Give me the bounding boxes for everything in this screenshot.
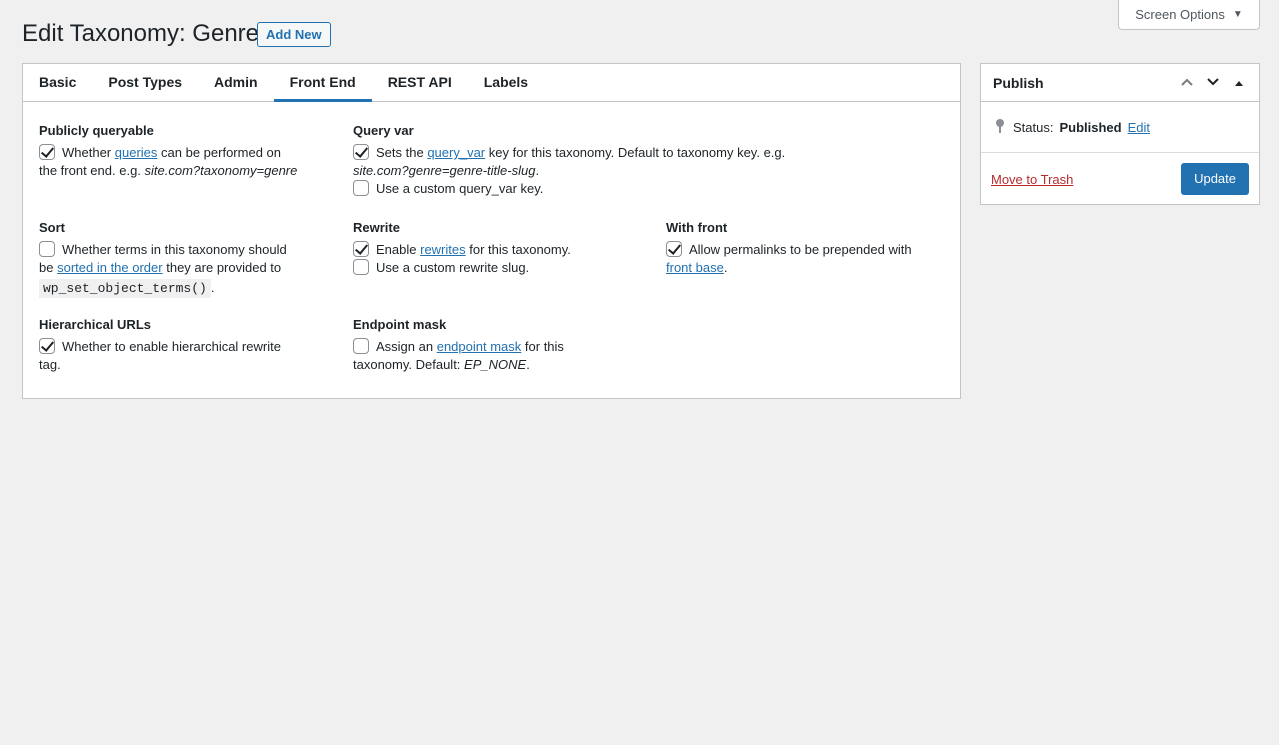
- query-var-link[interactable]: query_var: [427, 145, 485, 160]
- query-var-checkbox[interactable]: [353, 144, 369, 160]
- add-new-button[interactable]: Add New: [257, 22, 331, 47]
- endpoint-mask-checkbox[interactable]: [353, 338, 369, 354]
- tab-front-end[interactable]: Front End: [273, 64, 372, 102]
- endpoint-mask-text: Assign an: [376, 339, 434, 354]
- chevron-down-icon[interactable]: [1205, 76, 1221, 90]
- rewrites-link[interactable]: rewrites: [420, 242, 466, 257]
- publicly-queryable-text: Whether: [62, 145, 112, 160]
- field-query-var: Query var Sets the query_var key for thi…: [353, 122, 953, 198]
- sort-label: Sort: [39, 220, 65, 235]
- endpoint-mask-link[interactable]: endpoint mask: [437, 339, 522, 354]
- query-var-label: Query var: [353, 123, 414, 138]
- sort-text: Whether terms in this taxonomy should: [62, 242, 287, 257]
- status-label: Status:: [1013, 119, 1054, 135]
- publicly-queryable-example: site.com?taxonomy=genre: [144, 163, 298, 178]
- publicly-queryable-checkbox[interactable]: [39, 144, 55, 160]
- publish-title: Publish: [993, 74, 1044, 91]
- sort-code: wp_set_object_terms(): [39, 279, 211, 298]
- sort-text-after: they are provided to: [166, 260, 282, 275]
- publicly-queryable-text-after: can be performed on: [161, 145, 281, 160]
- front-base-link[interactable]: front base: [666, 260, 724, 275]
- sort-code-suffix: .: [210, 280, 215, 295]
- with-front-text: Allow permalinks to be prepended with: [689, 242, 912, 257]
- rewrite-checkbox[interactable]: [353, 241, 369, 257]
- field-with-front: With front Allow permalinks to be prepen…: [666, 219, 951, 277]
- move-to-trash-link[interactable]: Move to Trash: [991, 172, 1073, 187]
- caret-down-icon: ▼: [1232, 9, 1243, 20]
- rewrite-text-after: for this taxonomy.: [469, 242, 571, 257]
- pin-icon: [993, 118, 1007, 137]
- screen-options-button[interactable]: Screen Options ▼: [1118, 0, 1260, 30]
- field-sort: Sort Whether terms in this taxonomy shou…: [39, 219, 329, 298]
- tab-post-types[interactable]: Post Types: [92, 64, 198, 102]
- screen-options-label: Screen Options: [1135, 7, 1225, 22]
- with-front-label: With front: [666, 220, 728, 235]
- publicly-queryable-label: Publicly queryable: [39, 123, 154, 138]
- endpoint-mask-suffix: .: [526, 357, 530, 372]
- endpoint-mask-default: EP_NONE: [464, 357, 527, 372]
- sort-checkbox[interactable]: [39, 241, 55, 257]
- hierarchical-urls-checkbox[interactable]: [39, 338, 55, 354]
- field-endpoint-mask: Endpoint mask Assign an endpoint mask fo…: [353, 316, 653, 374]
- with-front-checkbox[interactable]: [666, 241, 682, 257]
- chevron-up-icon[interactable]: [1179, 76, 1195, 90]
- endpoint-mask-line2: taxonomy. Default:: [353, 357, 461, 372]
- endpoint-mask-text-after: for this: [524, 339, 564, 354]
- field-hierarchical-urls: Hierarchical URLs Whether to enable hier…: [39, 316, 329, 374]
- publish-header: Publish: [981, 64, 1259, 102]
- queries-link[interactable]: queries: [115, 145, 158, 160]
- publish-actions: Move to Trash Update: [981, 153, 1259, 205]
- update-button[interactable]: Update: [1181, 163, 1249, 195]
- tab-basic[interactable]: Basic: [23, 64, 92, 102]
- status-row: Status: Published Edit: [981, 102, 1259, 153]
- custom-query-var-label: Use a custom query_var key.: [376, 181, 544, 196]
- settings-tabs: Basic Post Types Admin Front End REST AP…: [23, 64, 960, 102]
- sort-text-be: be: [39, 260, 54, 275]
- rewrite-label: Rewrite: [353, 220, 400, 235]
- rewrite-text: Enable: [376, 242, 417, 257]
- field-publicly-queryable: Publicly queryable Whether queries can b…: [39, 122, 329, 180]
- with-front-suffix: .: [723, 260, 728, 275]
- custom-query-var-checkbox[interactable]: [353, 180, 369, 196]
- publish-box: Publish Status: Published Edit Move to T…: [980, 63, 1260, 205]
- query-var-text: Sets the: [376, 145, 424, 160]
- tab-rest-api[interactable]: REST API: [372, 64, 468, 102]
- tab-admin[interactable]: Admin: [198, 64, 274, 102]
- custom-rewrite-slug-checkbox[interactable]: [353, 259, 369, 275]
- publicly-queryable-line2: the front end. e.g.: [39, 163, 141, 178]
- query-var-example: site.com?genre=genre-title-slug: [353, 163, 536, 178]
- hierarchical-urls-line2: tag.: [39, 357, 61, 372]
- field-rewrite: Rewrite Enable rewrites for this taxonom…: [353, 219, 653, 277]
- custom-rewrite-slug-label: Use a custom rewrite slug.: [376, 260, 530, 275]
- status-value: Published: [1059, 119, 1122, 135]
- query-var-example-suffix: .: [535, 163, 540, 178]
- page-title: Edit Taxonomy: Genres: [22, 20, 272, 47]
- tab-labels[interactable]: Labels: [468, 64, 544, 102]
- query-var-text-after: key for this taxonomy. Default to taxono…: [488, 145, 786, 160]
- edit-status-link[interactable]: Edit: [1128, 120, 1150, 135]
- sorted-in-order-link[interactable]: sorted in the order: [57, 260, 163, 275]
- hierarchical-urls-label: Hierarchical URLs: [39, 317, 151, 332]
- toggle-panel-icon[interactable]: [1231, 76, 1247, 90]
- taxonomy-settings-panel: Basic Post Types Admin Front End REST AP…: [22, 63, 961, 399]
- endpoint-mask-label: Endpoint mask: [353, 317, 447, 332]
- hierarchical-urls-text: Whether to enable hierarchical rewrite: [62, 339, 281, 354]
